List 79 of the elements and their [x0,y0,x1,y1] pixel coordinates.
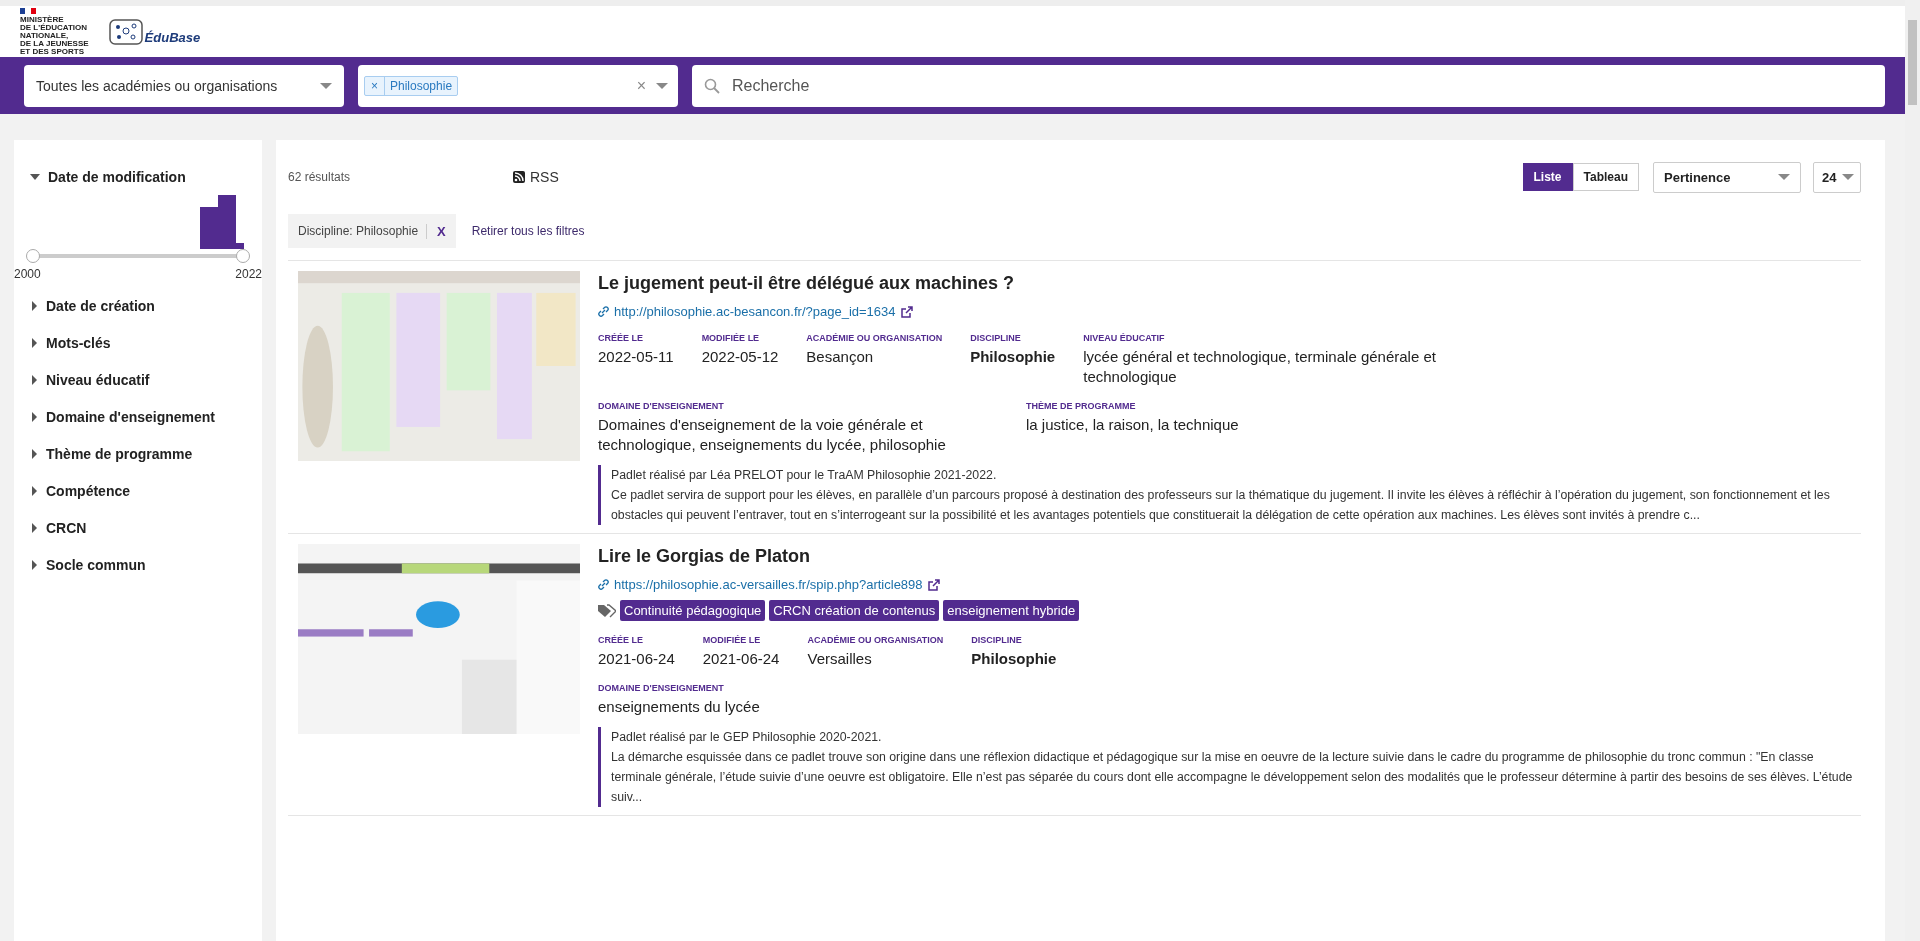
field-value: enseignements du lycée [598,697,761,717]
field-label: ACADÉMIE OU ORGANISATION [806,333,943,343]
field-value: 2021-06-24 [598,649,675,669]
field-label: MODIFIÉE LE [702,635,762,645]
field-label: DOMAINE D'ENSEIGNEMENT [598,683,725,693]
facet-toggle[interactable]: Domaine d'enseignement [14,398,262,435]
field-value: Philosophie [971,649,1057,669]
field-label: THÈME DE PROGRAMME [1026,401,1137,411]
field-label: CRÉÉE LE [598,333,644,343]
brand-name: ÉduBase [144,29,201,45]
field-label: DISCIPLINE [971,635,1023,645]
facet-toggle[interactable]: Niveau éducatif [14,361,262,398]
field-value: Domaines d'enseignement de la voie générale et technologique, enseignements du lycée, philosophie [598,415,947,455]
keyword-tag[interactable]: enseignement hybride [943,600,1080,621]
facet-toggle[interactable]: CRCN [14,509,262,546]
field-label: NIVEAU ÉDUCATIF [1083,333,1166,343]
facet-toggle[interactable]: Date de modification [14,158,262,195]
field-value: la justice, la raison, la technique [1026,415,1239,435]
slider-handle[interactable] [236,249,250,263]
field-value: Versailles [807,649,873,669]
view-tab[interactable]: Liste [1522,163,1573,191]
slider-handle[interactable] [26,249,40,263]
result-link[interactable]: http://philosophie.ac-besancon.fr/?page_id=1634 [598,304,1861,319]
result-title[interactable]: Le jugement peut-il être délégué aux machines ? [598,273,1861,294]
facet-toggle[interactable]: Compétence [14,472,262,509]
per-page-select[interactable]: 24 [1813,161,1861,193]
facet-toggle[interactable]: Mots-clés [14,324,262,361]
link-icon [598,306,609,317]
clear-button[interactable]: × [636,76,646,95]
year-label: 2000 [14,267,41,281]
field-label: ACADÉMIE OU ORGANISATION [807,635,944,645]
facet-toggle[interactable]: Socle commun [14,546,262,583]
academy-select[interactable]: Toutes les académies ou organisations [24,64,344,107]
field-value: 2021-06-24 [702,649,780,669]
filter-label: Discipline: Philosophie [298,224,419,238]
description-text: Padlet réalisé par le GEP Philosophie 2020-2021. [611,729,883,746]
field-value: 2022-05-12 [701,347,779,367]
discipline-tag: × Philosophie [364,75,459,96]
search-icon [704,77,720,94]
caret-icon [1842,174,1854,180]
keyword-tag[interactable]: CRCN création de contenus [769,600,940,621]
description-text: Ce padlet servira de support pour les élèves, en parallèle d’un parcours proposé à destination des professeurs sur la thématique du jugement. Il invite les élèves à réfléchir à l’opération du jugement, son fonctionnement et les obstacles qui peuvent l’entraver, tout en s’interrogeant sur la possibilité et les avantages potentiels que constituerait la délégation de cette opération aux machines. Les élèves sont invités à prendre c... [611,487,1831,524]
facet-toggle[interactable]: Date de création [14,287,262,324]
year-label: 2022 [235,267,262,281]
field-label: CRÉÉE LE [598,635,644,645]
field-label: DISCIPLINE [970,333,1022,343]
facet-toggle[interactable]: Thème de programme [14,435,262,472]
field-value: Besançon [806,347,875,367]
result-title[interactable]: Lire le Gorgias de Platon [598,546,1861,567]
link-icon [598,579,609,590]
clear-filters-link[interactable]: Retirer tous les filtres [471,224,585,238]
external-link-icon [927,578,940,591]
remove-filter-button[interactable]: X [426,223,446,239]
caret-icon [656,82,668,89]
description-text: La démarche esquissée dans ce padlet trouve son origine dans une réflexion didactique et pédagogique sur la mise en oeuvre de la lecture suivie dans le cadre du programme de philosophie du tronc commun : "En classe terminale générale, l’étude suivie d’une oeuvre est obligatoire. Elle n’est pas séparée du cours dont elle accompagne le développement selon des modalités que le professeur détermine à partir des besoins de ses élèves. L’étude suiv... [611,749,1854,806]
sort-select[interactable]: Pertinence [1653,161,1801,193]
field-value: 2022-05-11 [598,347,674,367]
keyword-tag[interactable]: Continuité pédagogique [620,600,766,621]
scrollbar-thumb[interactable] [1908,20,1917,105]
external-link-icon [900,305,913,318]
field-label: DOMAINE D'ENSEIGNEMENT [598,401,725,411]
histogram-bar [200,207,218,249]
view-tab[interactable]: Tableau [1572,163,1639,191]
rss-icon [513,171,525,183]
description-text: Padlet réalisé par Léa PRELOT pour le TraAM Philosophie 2021-2022. [611,467,998,484]
tags-icon [598,603,616,618]
field-value: lycée général et technologique, terminale générale et technologique [1083,347,1437,387]
ministry-logo: MINISTÈRE DE L'ÉDUCATION NATIONALE, DE LA JEUNESSE ET DES SPORTS [20,7,89,56]
rss-link[interactable]: RSS [513,169,559,185]
discipline-select[interactable]: × Philosophie × [358,64,678,107]
result-count: 62 résultats [288,170,352,184]
field-label: MODIFIÉE LE [701,333,761,343]
caret-icon [320,82,332,89]
date-slider[interactable] [26,249,250,263]
caret-icon [1778,174,1790,180]
field-value: Philosophie [970,347,1056,367]
search-field[interactable]: Recherche [692,64,1885,107]
network-icon [108,18,143,45]
result-link[interactable]: https://philosophie.ac-versailles.fr/spip.php?article898 [598,577,1861,592]
